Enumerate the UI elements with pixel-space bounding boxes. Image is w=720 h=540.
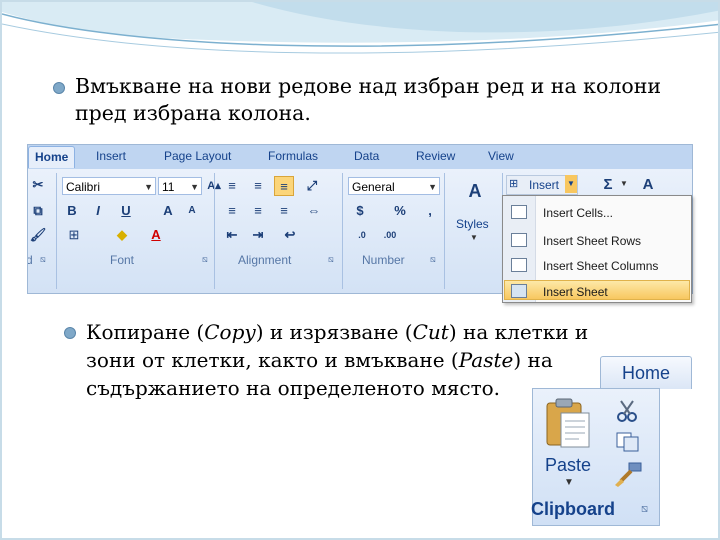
underline-icon[interactable]: U — [116, 201, 136, 221]
borders-icon[interactable]: ⊞ — [64, 225, 84, 245]
bullet-text-paste: Paste — [458, 348, 514, 372]
bullet-text-copy: Copy — [204, 320, 256, 344]
clipboard-group-screenshot: Home Paste ▼ Clipboard ⧅ — [531, 356, 692, 526]
format-painter-icon[interactable]: 🖌 — [28, 225, 48, 245]
menu-item-insert-sheet-columns[interactable]: Insert Sheet Columns — [543, 259, 658, 273]
italic-icon[interactable]: I — [88, 201, 108, 221]
styles-button-label[interactable]: Styles — [456, 217, 489, 231]
clipboard-launcher-icon[interactable]: ⧅ — [40, 254, 46, 265]
clipboard-launcher-icon[interactable]: ⧅ — [641, 503, 648, 516]
clipboard-group-body: Paste ▼ Clipboard ⧅ — [531, 388, 660, 526]
group-separator — [214, 173, 215, 289]
group-separator — [342, 173, 343, 289]
insert-button-label: Insert — [529, 178, 560, 192]
copy-icon[interactable]: ⧉ — [28, 201, 48, 221]
align-right-icon[interactable]: ≡ — [274, 201, 294, 221]
insert-sheet-icon — [511, 284, 527, 298]
font-launcher-icon[interactable]: ⧅ — [202, 254, 208, 265]
align-center-icon[interactable]: ≡ — [248, 201, 268, 221]
insert-split-button[interactable]: ⊞ Insert ▼ — [506, 175, 578, 195]
insert-dropdown-menu: Insert Cells... Insert Sheet Rows Insert… — [502, 195, 692, 303]
number-format-value: General — [352, 180, 395, 194]
insert-rows-icon — [511, 233, 527, 247]
number-launcher-icon[interactable]: ⧅ — [430, 254, 436, 265]
menu-item-insert-sheet[interactable]: Insert Sheet — [543, 285, 608, 299]
decrease-decimal-icon[interactable]: .00 — [380, 225, 400, 245]
copy-icon[interactable] — [615, 431, 641, 453]
increase-indent-icon[interactable]: ⇥ — [248, 225, 268, 245]
menu-item-insert-cells[interactable]: Insert Cells... — [543, 206, 613, 220]
comma-icon[interactable]: , — [420, 201, 440, 221]
ribbon-tab-bar: Home Insert Page Layout Formulas Data Re… — [28, 145, 692, 169]
increase-font-icon[interactable]: A — [158, 201, 178, 221]
align-left-icon[interactable]: ≡ — [222, 201, 242, 221]
percent-icon[interactable]: % — [390, 201, 410, 221]
menu-item-insert-sheet-rows[interactable]: Insert Sheet Rows — [543, 234, 641, 248]
chevron-down-icon: ▼ — [190, 182, 199, 192]
alignment-group-label: Alignment — [238, 253, 292, 267]
bullet-text-cut: Cut — [412, 320, 449, 344]
clipboard-group-label: d — [28, 253, 33, 267]
number-group-label: Number — [362, 253, 405, 267]
orientation-icon[interactable]: ⤢ — [302, 176, 322, 196]
alignment-launcher-icon[interactable]: ⧅ — [328, 254, 334, 265]
tab-review[interactable]: Review — [416, 149, 455, 163]
sort-filter-icon[interactable]: A — [638, 175, 658, 195]
group-separator — [56, 173, 57, 289]
insert-cells-icon: ⊞ — [509, 178, 519, 190]
chevron-down-icon: ▼ — [470, 233, 478, 242]
cut-icon[interactable] — [615, 399, 639, 423]
number-format-select[interactable]: General ▼ — [348, 177, 440, 195]
bullet-text-part1: Копиране ( — [86, 320, 205, 344]
format-painter-icon[interactable] — [613, 461, 643, 487]
paste-icon[interactable] — [543, 397, 593, 449]
paste-button-label[interactable]: Paste — [545, 455, 591, 476]
font-color-icon[interactable]: A — [146, 225, 166, 245]
font-size-select[interactable]: 11 ▼ — [158, 177, 202, 195]
fill-color-icon[interactable]: ◆ — [112, 225, 132, 245]
chevron-down-icon[interactable]: ▼ — [565, 175, 577, 193]
font-name-select[interactable]: Calibri ▼ — [62, 177, 156, 195]
bullet-text: Вмъкване на нови редове над избран ред и… — [75, 74, 662, 125]
align-top-icon[interactable]: ≡ — [222, 176, 242, 196]
insert-columns-icon — [511, 258, 527, 272]
bullet-dot-icon — [53, 82, 65, 94]
tab-home[interactable]: Home — [600, 356, 692, 389]
decrease-font-icon[interactable]: A — [182, 201, 202, 221]
bullet-dot-icon — [64, 327, 76, 339]
cut-icon[interactable]: ✂ — [28, 175, 48, 195]
group-separator — [444, 173, 445, 289]
align-bottom-icon[interactable]: ≡ — [274, 176, 294, 196]
increase-decimal-icon[interactable]: .0 — [352, 225, 372, 245]
tab-insert[interactable]: Insert — [96, 149, 126, 163]
styles-icon[interactable]: A — [460, 181, 490, 207]
bullet-insert-rows-columns: Вмъкване на нови редове над избран ред и… — [53, 73, 695, 127]
clipboard-group-label: Clipboard — [531, 499, 615, 519]
decrease-indent-icon[interactable]: ⇤ — [222, 225, 242, 245]
currency-icon[interactable]: $ — [350, 201, 370, 221]
tab-data[interactable]: Data — [354, 149, 379, 163]
chevron-down-icon: ▼ — [620, 179, 628, 188]
align-middle-icon[interactable]: ≡ — [248, 176, 268, 196]
tab-page-layout[interactable]: Page Layout — [164, 149, 231, 163]
chevron-down-icon: ▼ — [144, 182, 153, 192]
tab-formulas[interactable]: Formulas — [268, 149, 318, 163]
font-size-value: 11 — [162, 180, 175, 194]
font-name-value: Calibri — [66, 180, 101, 194]
tab-view[interactable]: View — [488, 149, 514, 163]
tab-home[interactable]: Home — [28, 146, 76, 168]
chevron-down-icon[interactable]: ▼ — [564, 477, 574, 488]
bullet-text-part2: ) и изрязване ( — [255, 320, 413, 344]
merge-center-icon[interactable]: ⇔ — [304, 201, 324, 221]
bold-icon[interactable]: B — [62, 201, 82, 221]
sigma-icon[interactable]: Σ — [598, 175, 618, 195]
wrap-text-icon[interactable]: ↩ — [280, 225, 300, 245]
chevron-down-icon: ▼ — [428, 182, 437, 192]
font-group-label: Font — [110, 253, 135, 267]
insert-cells-icon — [511, 205, 527, 219]
header-swoosh-decoration — [2, 2, 718, 54]
